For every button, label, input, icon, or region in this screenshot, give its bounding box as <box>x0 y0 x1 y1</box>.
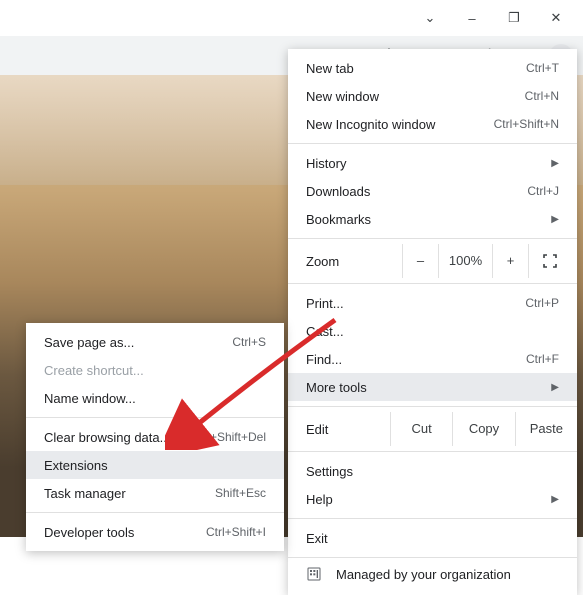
more-tools-submenu: Save page as...Ctrl+S Create shortcut...… <box>26 323 284 551</box>
menu-incognito[interactable]: New Incognito windowCtrl+Shift+N <box>288 110 577 138</box>
zoom-label: Zoom <box>306 254 402 269</box>
zoom-out-button[interactable]: – <box>403 244 439 278</box>
menu-new-tab[interactable]: New tabCtrl+T <box>288 54 577 82</box>
submenu-clear-data[interactable]: Clear browsing data...Ctrl+Shift+Del <box>26 423 284 451</box>
menu-bookmarks[interactable]: Bookmarks▶ <box>288 205 577 233</box>
menu-help[interactable]: Help▶ <box>288 485 577 513</box>
submenu-dev-tools[interactable]: Developer toolsCtrl+Shift+I <box>26 518 284 546</box>
separator <box>26 512 284 513</box>
cut-button[interactable]: Cut <box>390 412 452 446</box>
menu-cast[interactable]: Cast... <box>288 317 577 345</box>
submenu-extensions[interactable]: Extensions <box>26 451 284 479</box>
separator <box>288 238 577 239</box>
separator <box>26 417 284 418</box>
managed-label: Managed by your organization <box>336 567 511 582</box>
organization-icon <box>306 566 322 582</box>
submenu-save-page[interactable]: Save page as...Ctrl+S <box>26 328 284 356</box>
main-menu: New tabCtrl+T New windowCtrl+N New Incog… <box>288 49 577 595</box>
paste-button[interactable]: Paste <box>515 412 577 446</box>
separator <box>288 406 577 407</box>
separator <box>288 518 577 519</box>
close-button[interactable]: ✕ <box>549 11 563 25</box>
submenu-create-shortcut: Create shortcut... <box>26 356 284 384</box>
chevron-right-icon: ▶ <box>551 382 559 393</box>
tabs-dropdown-icon[interactable]: ⌄ <box>423 11 437 25</box>
menu-settings[interactable]: Settings <box>288 457 577 485</box>
menu-zoom-row: Zoom – 100% + <box>288 244 577 278</box>
managed-by-org[interactable]: Managed by your organization <box>288 557 577 590</box>
menu-downloads[interactable]: DownloadsCtrl+J <box>288 177 577 205</box>
menu-new-window[interactable]: New windowCtrl+N <box>288 82 577 110</box>
submenu-name-window[interactable]: Name window... <box>26 384 284 412</box>
edit-label: Edit <box>306 422 390 437</box>
fullscreen-button[interactable] <box>529 244 571 278</box>
separator <box>288 283 577 284</box>
zoom-in-button[interactable]: + <box>493 244 529 278</box>
menu-history[interactable]: History▶ <box>288 149 577 177</box>
menu-find[interactable]: Find...Ctrl+F <box>288 345 577 373</box>
separator <box>288 451 577 452</box>
menu-exit[interactable]: Exit <box>288 524 577 552</box>
chevron-right-icon: ▶ <box>551 494 559 505</box>
menu-edit-row: Edit Cut Copy Paste <box>288 412 577 446</box>
restore-button[interactable]: ❐ <box>507 11 521 25</box>
chevron-right-icon: ▶ <box>551 214 559 225</box>
separator <box>288 143 577 144</box>
chevron-right-icon: ▶ <box>551 158 559 169</box>
zoom-level: 100% <box>439 244 493 278</box>
minimize-button[interactable]: – <box>465 11 479 25</box>
menu-print[interactable]: Print...Ctrl+P <box>288 289 577 317</box>
copy-button[interactable]: Copy <box>452 412 514 446</box>
window-titlebar: ⌄ – ❐ ✕ <box>0 0 583 36</box>
menu-more-tools[interactable]: More tools▶ <box>288 373 577 401</box>
submenu-task-manager[interactable]: Task managerShift+Esc <box>26 479 284 507</box>
